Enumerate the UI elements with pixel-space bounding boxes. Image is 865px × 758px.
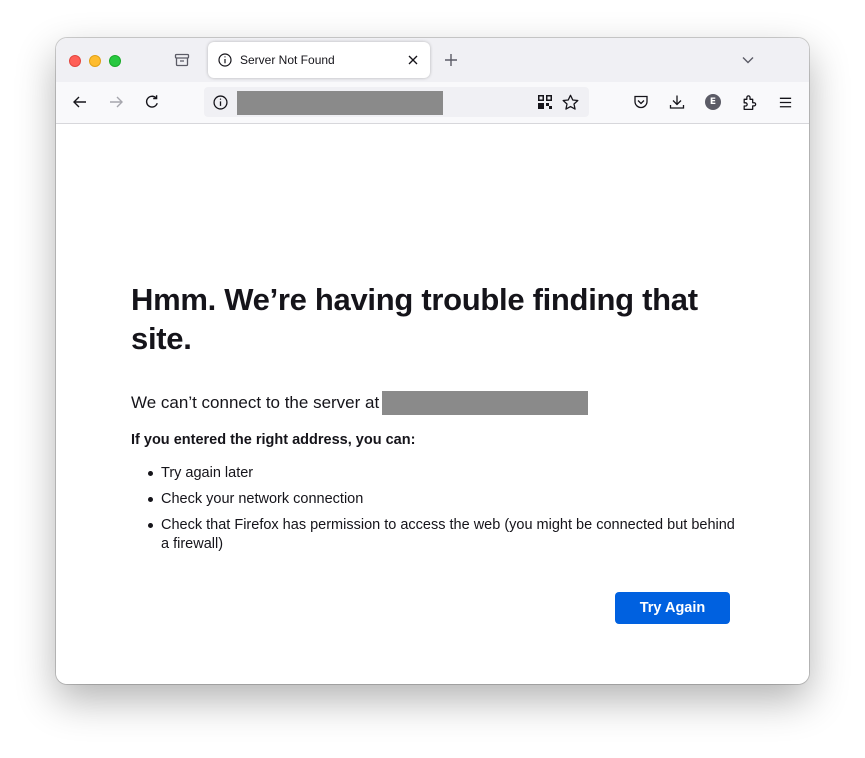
pocket-icon [634, 95, 648, 109]
list-item: Check that Firefox has permission to acc… [131, 516, 741, 554]
reload-button[interactable] [137, 88, 167, 116]
plus-icon [445, 54, 457, 66]
tab-server-not-found[interactable]: Server Not Found [208, 42, 430, 78]
app-menu-button[interactable] [770, 88, 800, 116]
info-icon [217, 52, 233, 68]
suggestion-text: Check that Firefox has permission to acc… [161, 517, 735, 552]
minimize-window-button[interactable] [89, 55, 101, 67]
url-text-redacted[interactable] [237, 91, 443, 115]
forward-arrow-icon [110, 96, 123, 108]
menu-icon [779, 97, 791, 107]
suggestions-list: Try again later Check your network conne… [131, 464, 741, 561]
list-item: Check your network connection [131, 490, 741, 509]
zoom-window-button[interactable] [109, 55, 121, 67]
firefox-view-icon [174, 53, 190, 67]
bullet [148, 523, 153, 528]
close-window-button[interactable] [69, 55, 81, 67]
tab-strip: Server Not Found [56, 38, 809, 82]
downloads-button[interactable] [662, 88, 692, 116]
new-tab-button[interactable] [437, 46, 465, 74]
site-info-button[interactable] [208, 90, 232, 114]
account-avatar-icon: E [705, 94, 721, 110]
list-item: Try again later [131, 464, 741, 483]
error-title: Hmm. We’re having trouble finding that s… [131, 282, 698, 356]
extensions-button[interactable] [734, 88, 764, 116]
chevron-down-icon [742, 57, 754, 64]
qr-code-icon [538, 95, 552, 109]
bookmark-button[interactable] [558, 90, 582, 114]
forward-button[interactable] [101, 88, 131, 116]
bullet [148, 497, 153, 502]
close-icon [408, 55, 418, 65]
back-arrow-icon [73, 96, 86, 108]
account-button[interactable]: E [698, 88, 728, 116]
error-intro-text: We can’t connect to the server at [131, 393, 380, 412]
suggestion-text: Try again later [161, 465, 254, 481]
downloads-icon [669, 95, 685, 109]
error-page: Hmm. We’re having trouble finding that s… [56, 124, 809, 684]
tab-title: Server Not Found [240, 53, 335, 67]
browser-window: Server Not Found E Hmm. We’re having tro… [56, 38, 809, 684]
try-again-button[interactable]: Try Again [615, 592, 730, 624]
qr-code-button[interactable] [533, 90, 557, 114]
back-button[interactable] [65, 88, 95, 116]
firefox-view-button[interactable] [168, 46, 196, 74]
suggestion-text: Check your network connection [161, 491, 364, 507]
reload-icon [145, 95, 158, 108]
extensions-icon [743, 94, 756, 110]
error-intro: We can’t connect to the server at [131, 390, 589, 416]
hostname-redacted [382, 391, 589, 415]
tab-close-button[interactable] [404, 51, 422, 69]
site-info-icon [212, 94, 228, 110]
list-all-tabs-button[interactable] [734, 46, 762, 74]
navigation-toolbar: E [56, 82, 809, 124]
url-bar[interactable] [204, 87, 589, 117]
suggestions-heading: If you entered the right address, you ca… [131, 432, 416, 448]
bookmark-star-icon [562, 94, 578, 110]
pocket-button[interactable] [626, 88, 656, 116]
bullet [148, 471, 153, 476]
